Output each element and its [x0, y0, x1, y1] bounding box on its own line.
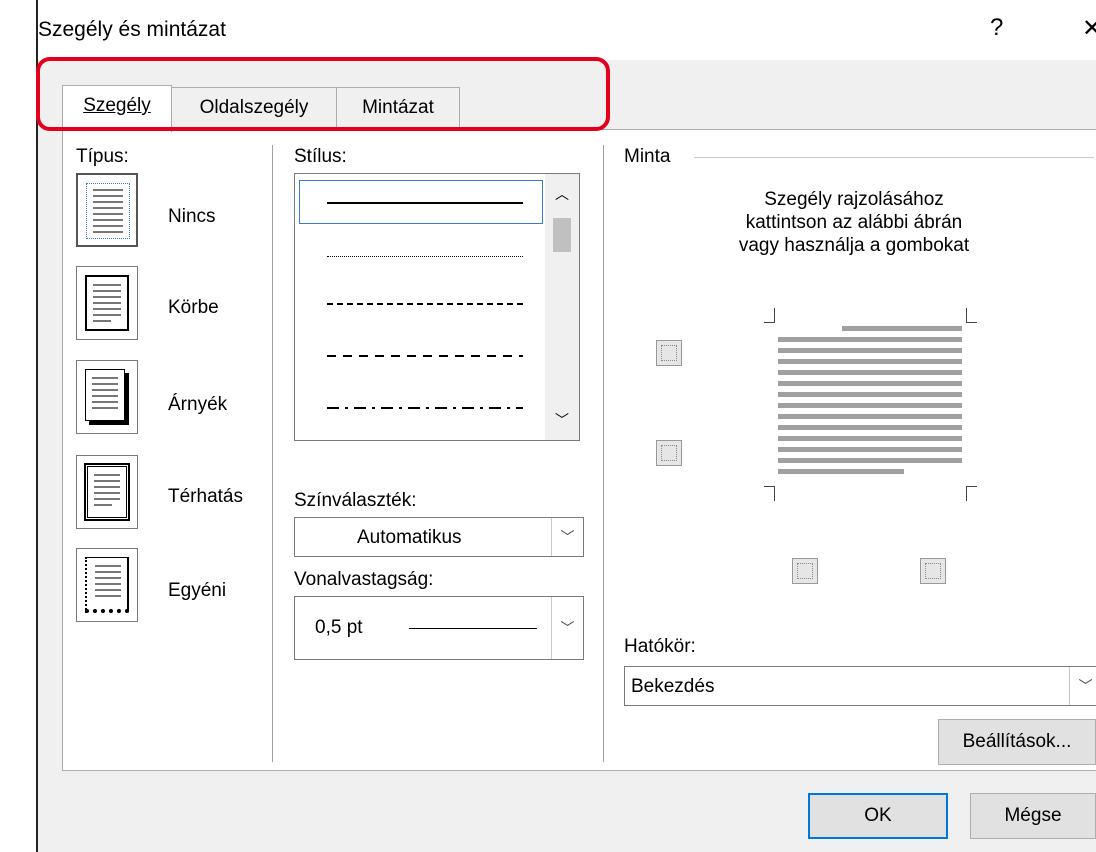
width-value: 0,5 pt — [315, 617, 363, 638]
doc-none-icon — [86, 183, 130, 239]
instruction-line: kattintson az alábbi ábrán — [745, 212, 963, 233]
style-dotted[interactable] — [327, 256, 523, 257]
preview-text-line — [778, 337, 962, 342]
preview-diagram[interactable] — [752, 300, 988, 510]
type-box-button[interactable] — [76, 266, 138, 340]
tabs-highlight-annotation — [36, 57, 610, 131]
doc-shadow-icon — [85, 369, 125, 421]
style-solid[interactable] — [327, 202, 523, 204]
chevron-down-icon[interactable]: ﹀ — [551, 518, 583, 556]
corner-mark — [764, 308, 775, 323]
color-select[interactable]: Automatikus ﹀ — [294, 517, 584, 557]
preview-text-line — [778, 348, 962, 353]
style-dashed[interactable] — [327, 355, 523, 357]
text-lines-icon — [95, 565, 121, 597]
bottom-border-button[interactable] — [656, 440, 682, 466]
preview-text-line — [778, 436, 962, 441]
cancel-button[interactable]: Mégse — [970, 793, 1096, 839]
preview-text-line — [778, 458, 962, 463]
instruction-line: vagy használja a gombokat — [738, 235, 970, 256]
type-custom-button[interactable] — [76, 548, 138, 622]
type-box-label: Körbe — [168, 297, 219, 318]
dialog-title: Szegély és mintázat — [38, 18, 226, 41]
color-label: Színválaszték: — [294, 490, 417, 511]
doc-custom-icon — [85, 557, 129, 613]
preview-text-line — [842, 326, 962, 331]
doc-3d-icon — [84, 463, 130, 521]
type-shadow-label: Árnyék — [168, 394, 228, 415]
instruction-line: Szegély rajzolásához — [764, 189, 944, 210]
chevron-down-icon[interactable]: ﹀ — [551, 597, 583, 659]
divider — [272, 145, 273, 762]
type-label: Típus: — [76, 146, 129, 167]
preview-instructions: Szegély rajzolásához kattintson az alább… — [604, 188, 1096, 257]
type-custom-label: Egyéni — [168, 580, 227, 601]
preview-text-line — [778, 370, 962, 375]
left-border-button[interactable] — [792, 558, 818, 584]
preview-text-line — [778, 425, 962, 430]
preview-text-line — [778, 403, 962, 408]
text-lines-icon — [92, 377, 118, 409]
title-bar: Szegély és mintázat ? ✕ — [38, 0, 1096, 60]
scroll-up-icon[interactable]: ︿ — [555, 184, 569, 204]
top-border-button[interactable] — [656, 340, 682, 366]
corner-mark — [966, 486, 977, 501]
preview-text-line — [778, 469, 904, 474]
scroll-thumb[interactable] — [553, 218, 571, 252]
group-line — [694, 157, 1094, 158]
preview-text-line — [778, 392, 962, 397]
help-icon[interactable]: ? — [990, 14, 1003, 42]
ok-button[interactable]: OK — [808, 793, 948, 839]
style-label: Stílus: — [294, 146, 347, 167]
doc-box-icon — [85, 275, 129, 331]
style-scrollbar[interactable]: ︿ ﹀ — [545, 174, 579, 440]
preview-text-line — [778, 447, 962, 452]
options-button[interactable]: Beállítások... — [938, 719, 1096, 765]
text-lines-icon — [94, 474, 120, 506]
corner-mark — [764, 486, 775, 501]
text-lines-icon — [93, 189, 123, 233]
preview-text-line — [778, 414, 962, 419]
width-select[interactable]: 0,5 pt ﹀ — [294, 596, 584, 660]
type-3d-label: Térhatás — [168, 486, 243, 507]
type-3d-button[interactable] — [76, 455, 138, 529]
preview-label: Minta — [624, 146, 671, 167]
width-label: Vonalvastagság: — [294, 569, 434, 590]
scope-label: Hatókör: — [624, 636, 696, 657]
style-listbox[interactable]: ︿ ﹀ — [294, 173, 580, 441]
preview-text-line — [778, 359, 962, 364]
corner-mark — [966, 308, 977, 323]
scope-value: Bekezdés — [631, 676, 715, 697]
type-none-button[interactable] — [76, 173, 138, 247]
type-none-label: Nincs — [168, 206, 216, 227]
close-icon[interactable]: ✕ — [1082, 14, 1096, 43]
style-dashed-fine[interactable] — [327, 303, 523, 305]
scope-select[interactable]: Bekezdés ﹀ — [624, 666, 1096, 706]
style-dash-dot[interactable] — [327, 407, 523, 409]
text-lines-icon — [93, 284, 121, 322]
width-line-preview — [409, 628, 537, 629]
scroll-down-icon[interactable]: ﹀ — [555, 410, 569, 430]
preview-text-line — [778, 381, 962, 386]
type-shadow-button[interactable] — [76, 360, 138, 434]
right-border-button[interactable] — [920, 558, 946, 584]
color-value: Automatikus — [357, 527, 462, 548]
chevron-down-icon[interactable]: ﹀ — [1069, 667, 1096, 705]
